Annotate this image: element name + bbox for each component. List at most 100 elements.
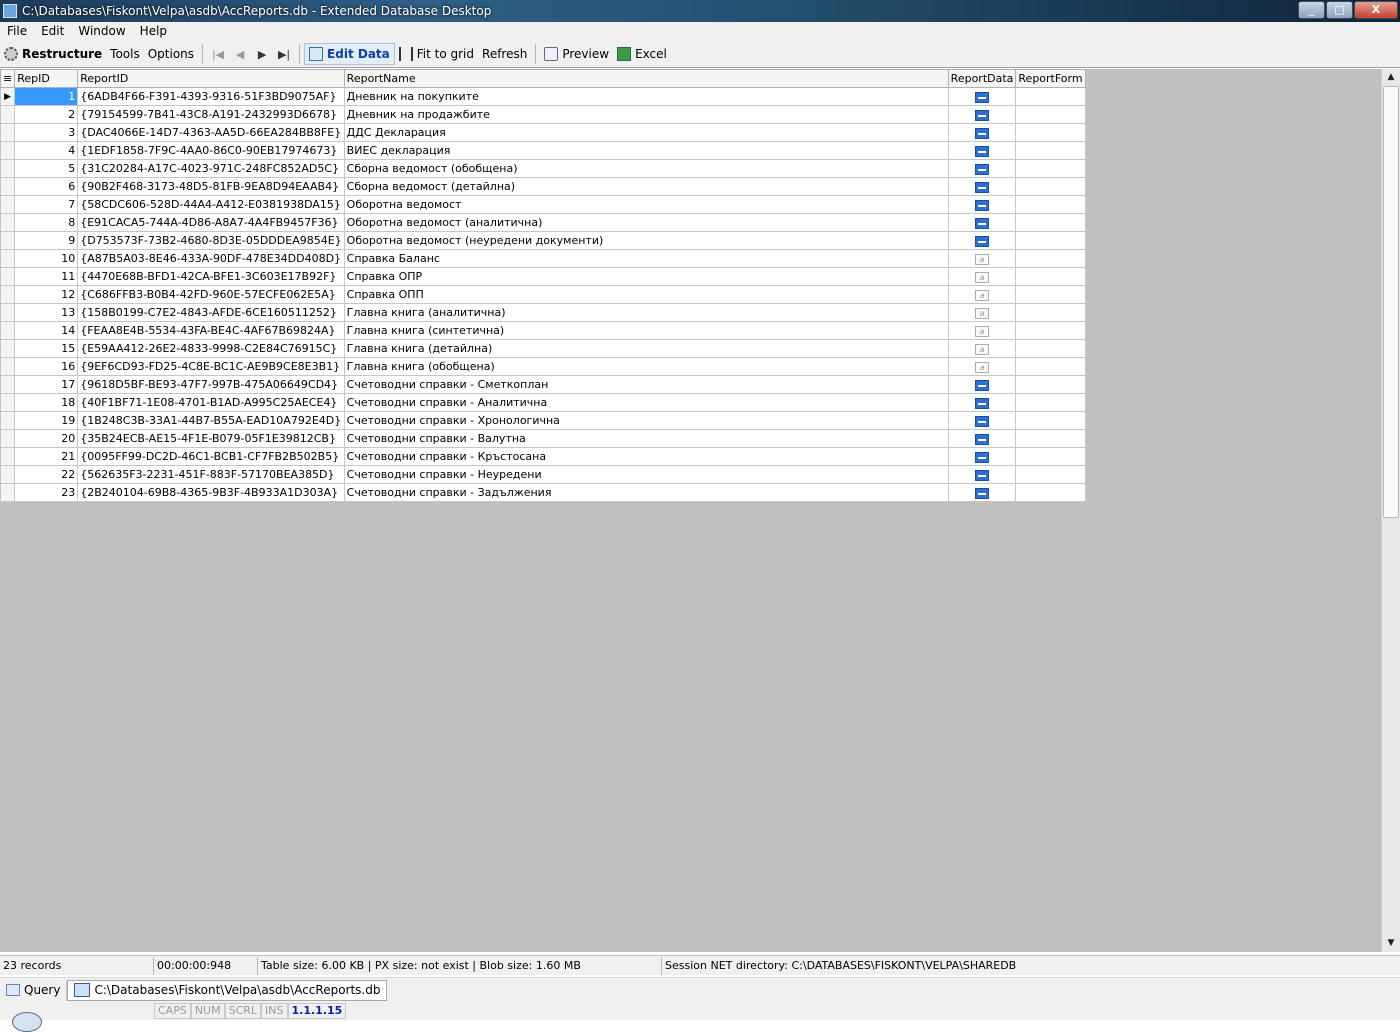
cell-reportname[interactable]: Оборотна ведомост (аналитична) [343,213,949,232]
start-orb-button[interactable] [12,1012,42,1032]
cell-repid[interactable]: 13 [14,303,79,322]
cell-repid[interactable]: 21 [14,447,79,466]
cell-reportdata[interactable] [947,429,1017,448]
cell-reportid[interactable]: {D753573F-73B2-4680-8D3E-05DDDEA9854E} [77,231,345,250]
row-indicator[interactable] [0,429,16,448]
row-indicator[interactable] [0,249,16,268]
cell-repid[interactable]: 8 [14,213,79,232]
cell-reportid[interactable]: {79154599-7B41-43C8-A191-2432993D6678} [77,105,345,124]
table-row[interactable]: 5 {31C20284-A17C-4023-971C-248FC852AD5C} С… [0,159,1086,178]
cell-reportid[interactable]: {9EF6CD93-FD25-4C8E-BC1C-AE9B9CE8E3B1} [77,357,345,376]
next-record-button[interactable]: ▶ [251,48,273,61]
row-indicator[interactable] [0,357,16,376]
cell-repid[interactable]: 1 [14,87,79,106]
minimize-button[interactable]: _ [1298,1,1325,19]
column-header-reportid[interactable]: ReportID [77,69,345,88]
table-row[interactable]: ▶ 1 {6ADB4F66-F391-4393-9316-51F3BD9075AF}… [0,87,1086,106]
row-indicator[interactable] [0,177,16,196]
cell-repid[interactable]: 20 [14,429,79,448]
cell-reportdata[interactable] [947,87,1017,106]
cell-reportname[interactable]: Сборна ведомост (обобщена) [343,159,949,178]
table-row[interactable]: 17 {9618D5BF-BE93-47F7-997B-475A06649CD4}… [0,375,1086,394]
row-indicator[interactable] [0,483,16,502]
cell-reportform[interactable] [1015,447,1086,466]
cell-reportid[interactable]: {562635F3-2231-451F-883F-57170BEA385D} [77,465,345,484]
cell-repid[interactable]: 2 [14,105,79,124]
cell-reportdata[interactable] [947,141,1017,160]
row-indicator[interactable] [0,285,16,304]
table-row[interactable]: 13 {158B0199-C7E2-4843-AFDE-6CE160511252}… [0,303,1086,322]
cell-reportname[interactable]: Счетоводни справки - Аналитична [343,393,949,412]
cell-reportform[interactable] [1015,339,1086,358]
options-button[interactable]: Options [144,43,198,65]
last-record-button[interactable]: ▶| [273,48,295,61]
cell-reportdata[interactable] [947,393,1017,412]
cell-repid[interactable]: 6 [14,177,79,196]
cell-reportform[interactable] [1015,393,1086,412]
cell-reportid[interactable]: {1EDF1858-7F9C-4AA0-86C0-90EB17974673} [77,141,345,160]
scroll-up-button[interactable]: ▲ [1382,69,1400,86]
row-indicator[interactable] [0,195,16,214]
table-row[interactable]: 10 {A87B5A03-8E46-433A-90DF-478E34DD408D}… [0,249,1086,268]
menu-help[interactable]: Help [133,22,174,41]
cell-reportid[interactable]: {35B24ECB-AE15-4F1E-B079-05F1E39812CB} [77,429,345,448]
cell-reportdata[interactable] [947,375,1017,394]
cell-reportform[interactable] [1015,141,1086,160]
cell-repid[interactable]: 23 [14,483,79,502]
cell-reportform[interactable] [1015,159,1086,178]
cell-reportdata[interactable]: a [947,285,1017,304]
row-indicator[interactable]: ▶ [0,87,16,106]
table-row[interactable]: 20 {35B24ECB-AE15-4F1E-B079-05F1E39812CB}… [0,429,1086,448]
cell-reportdata[interactable] [947,231,1017,250]
cell-reportdata[interactable]: a [947,339,1017,358]
preview-button[interactable]: Preview [540,43,613,65]
row-indicator[interactable] [0,267,16,286]
table-row[interactable]: 16 {9EF6CD93-FD25-4C8E-BC1C-AE9B9CE8E3B1}… [0,357,1086,376]
cell-reportform[interactable] [1015,231,1086,250]
column-header-reportdata[interactable]: ReportData [947,69,1017,88]
cell-repid[interactable]: 17 [14,375,79,394]
table-row[interactable]: 11 {4470E68B-BFD1-42CA-BFE1-3C603E17B92F}… [0,267,1086,286]
table-row[interactable]: 9 {D753573F-73B2-4680-8D3E-05DDDEA9854E} О… [0,231,1086,250]
row-indicator[interactable] [0,411,16,430]
cell-reportform[interactable] [1015,483,1086,502]
table-row[interactable]: 7 {58CDC606-528D-44A4-A412-E0381938DA15} О… [0,195,1086,214]
close-button[interactable]: X [1354,1,1398,19]
first-record-button[interactable]: |◀ [207,48,229,61]
cell-reportdata[interactable]: a [947,321,1017,340]
cell-reportform[interactable] [1015,375,1086,394]
cell-reportid[interactable]: {0095FF99-DC2D-46C1-BCB1-CF7FB2B502B5} [77,447,345,466]
row-indicator[interactable] [0,303,16,322]
cell-reportid[interactable]: {31C20284-A17C-4023-971C-248FC852AD5C} [77,159,345,178]
row-indicator[interactable] [0,231,16,250]
cell-repid[interactable]: 9 [14,231,79,250]
cell-reportid[interactable]: {A87B5A03-8E46-433A-90DF-478E34DD408D} [77,249,345,268]
cell-reportdata[interactable] [947,105,1017,124]
cell-reportform[interactable] [1015,87,1086,106]
cell-reportname[interactable]: Главна книга (обобщена) [343,357,949,376]
cell-reportid[interactable]: {E91CACA5-744A-4D86-A8A7-4A4FB9457F36} [77,213,345,232]
cell-reportname[interactable]: Главна книга (детайлна) [343,339,949,358]
cell-reportdata[interactable]: a [947,249,1017,268]
cell-reportname[interactable]: Сборна ведомост (детайлна) [343,177,949,196]
cell-repid[interactable]: 4 [14,141,79,160]
cell-reportid[interactable]: {90B2F468-3173-48D5-81FB-9EA8D94EAAB4} [77,177,345,196]
cell-repid[interactable]: 18 [14,393,79,412]
cell-reportform[interactable] [1015,195,1086,214]
cell-reportdata[interactable] [947,411,1017,430]
cell-reportform[interactable] [1015,357,1086,376]
cell-reportform[interactable] [1015,465,1086,484]
row-indicator[interactable] [0,393,16,412]
cell-repid[interactable]: 5 [14,159,79,178]
cell-reportname[interactable]: Счетоводни справки - Задължения [343,483,949,502]
cell-reportdata[interactable] [947,177,1017,196]
table-row[interactable]: 22 {562635F3-2231-451F-883F-57170BEA385D}… [0,465,1086,484]
column-header-reportform[interactable]: ReportForm [1015,69,1086,88]
cell-reportform[interactable] [1015,123,1086,142]
cell-repid[interactable]: 11 [14,267,79,286]
cell-reportname[interactable]: Счетоводни справки - Кръстосана [343,447,949,466]
row-indicator[interactable] [0,321,16,340]
table-row[interactable]: 18 {40F1BF71-1E08-4701-B1AD-A995C25AECE4}… [0,393,1086,412]
cell-reportname[interactable]: Оборотна ведомост [343,195,949,214]
table-row[interactable]: 4 {1EDF1858-7F9C-4AA0-86C0-90EB17974673} В… [0,141,1086,160]
